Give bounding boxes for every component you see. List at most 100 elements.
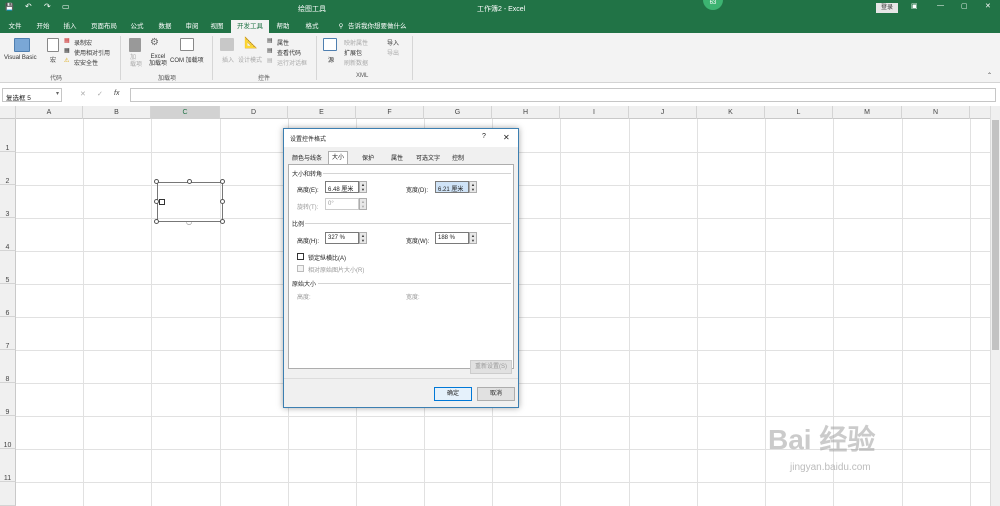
column-header[interactable]: I (560, 106, 629, 119)
minimize-icon[interactable]: — (937, 2, 944, 9)
record-macro-button[interactable]: 录制宏 (74, 38, 92, 47)
scale-width-input[interactable]: 188 % (435, 232, 469, 244)
column-header[interactable]: E (288, 106, 356, 119)
row-header[interactable]: 8 (0, 350, 16, 383)
insert-control-button[interactable]: 插入 (222, 55, 234, 64)
column-header[interactable]: N (902, 106, 970, 119)
row-header[interactable]: 2 (0, 152, 16, 185)
scale-width-stepper[interactable]: ▲ ▼ (469, 232, 477, 244)
dialog-tab-size[interactable]: 大小 (328, 151, 349, 165)
addins-button[interactable]: 加 载项 (130, 55, 142, 69)
height-input[interactable]: 6.48 厘米 (325, 181, 359, 193)
tab-home[interactable]: 开始 (32, 20, 54, 33)
resize-handle[interactable] (220, 199, 225, 204)
vertical-scrollbar[interactable] (990, 106, 1000, 506)
tell-me-search[interactable]: 告诉我你想要做什么 (348, 20, 407, 33)
open-icon[interactable]: ▭ (62, 2, 70, 11)
row-header[interactable]: 7 (0, 317, 16, 350)
column-header[interactable]: H (492, 106, 560, 119)
undo-icon[interactable]: ↶ (25, 2, 32, 11)
avatar[interactable]: 63 (703, 0, 723, 10)
scale-height-input[interactable]: 327 % (325, 232, 359, 244)
column-header[interactable]: K (697, 106, 765, 119)
tab-review[interactable]: 审阅 (181, 20, 203, 33)
resize-handle[interactable] (220, 179, 225, 184)
expansion-pack-button[interactable]: 扩展包 (344, 48, 362, 57)
column-header[interactable]: L (765, 106, 833, 119)
rotation-stepper[interactable]: ▲ ▼ (359, 198, 367, 210)
fx-icon[interactable]: fx (114, 90, 119, 97)
name-box[interactable]: 复选框 5 (2, 88, 62, 102)
dialog-close-icon[interactable]: ✕ (503, 133, 510, 142)
help-icon[interactable]: ? (482, 133, 486, 140)
column-header[interactable]: B (83, 106, 151, 119)
ribbon-display-icon[interactable]: ▣ (911, 2, 918, 10)
row-header[interactable]: 9 (0, 383, 16, 416)
relative-original-checkbox[interactable] (297, 265, 304, 272)
width-stepper[interactable]: ▲ ▼ (469, 181, 477, 193)
scrollbar-thumb[interactable] (992, 120, 999, 350)
com-addins-button[interactable]: COM 加载项 (170, 55, 204, 64)
tab-insert[interactable]: 插入 (59, 20, 81, 33)
column-header[interactable]: G (424, 106, 492, 119)
view-code-button[interactable]: 查看代码 (277, 48, 301, 57)
resize-handle[interactable] (220, 219, 225, 224)
tab-format[interactable]: 格式 (301, 20, 323, 33)
tab-data[interactable]: 数据 (154, 20, 176, 33)
ok-button[interactable]: 确定 (434, 387, 472, 401)
height-stepper[interactable]: ▲ ▼ (359, 181, 367, 193)
column-header[interactable]: A (16, 106, 83, 119)
map-properties-button[interactable]: 映射属性 (344, 38, 368, 47)
refresh-data-button[interactable]: 刷新数据 (344, 58, 368, 67)
tab-help[interactable]: 帮助 (272, 20, 294, 33)
checkbox-box[interactable] (159, 199, 165, 205)
tab-view[interactable]: 视图 (206, 20, 228, 33)
lock-aspect-checkbox[interactable] (297, 253, 304, 260)
redo-icon[interactable]: ↷ (44, 2, 51, 11)
save-icon[interactable]: 💾 (5, 3, 14, 11)
collapse-ribbon-icon[interactable]: ⌃ (987, 72, 992, 79)
macro-security-button[interactable]: 宏安全性 (74, 58, 98, 67)
rotate-handle-icon[interactable]: ◡ (186, 218, 192, 226)
design-mode-button[interactable]: 设计模式 (238, 55, 262, 64)
column-header[interactable]: M (833, 106, 902, 119)
resize-handle[interactable] (154, 179, 159, 184)
column-header[interactable]: D (220, 106, 288, 119)
formula-input[interactable] (130, 88, 996, 102)
macro-button[interactable]: 宏 (50, 55, 56, 64)
row-header[interactable]: 4 (0, 218, 16, 251)
rotation-input[interactable]: 0° (325, 198, 359, 210)
cancel-button[interactable]: 取消 (477, 387, 515, 401)
import-button[interactable]: 导入 (387, 38, 399, 47)
row-header[interactable]: 11 (0, 449, 16, 482)
resize-handle[interactable] (154, 199, 159, 204)
column-header[interactable]: J (629, 106, 697, 119)
run-dialog-button[interactable]: 运行对话框 (277, 58, 307, 67)
reset-button[interactable]: 重新设置(S) (470, 360, 512, 374)
cancel-icon[interactable]: ✕ (80, 90, 86, 98)
resize-handle[interactable] (154, 219, 159, 224)
export-button[interactable]: 导出 (387, 48, 399, 57)
column-header[interactable]: C (151, 106, 220, 119)
excel-addins-button[interactable]: Excel 加载项 (149, 54, 167, 68)
xml-source-button[interactable]: 源 (328, 55, 334, 64)
row-header[interactable]: 10 (0, 416, 16, 449)
select-all-corner[interactable] (0, 106, 16, 119)
tab-file[interactable]: 文件 (4, 20, 26, 33)
chevron-down-icon[interactable]: ▾ (56, 90, 59, 97)
enter-icon[interactable]: ✓ (97, 90, 103, 98)
tab-page-layout[interactable]: 页面布局 (87, 20, 121, 33)
row-header[interactable]: 5 (0, 251, 16, 284)
properties-button[interactable]: 属性 (277, 38, 289, 47)
login-button[interactable]: 登录 (876, 3, 898, 13)
tab-formulas[interactable]: 公式 (126, 20, 148, 33)
checkbox-control[interactable] (157, 182, 223, 222)
row-header[interactable]: 3 (0, 185, 16, 218)
column-header[interactable]: F (356, 106, 424, 119)
relative-ref-button[interactable]: 使用相对引用 (74, 48, 110, 57)
resize-handle[interactable] (187, 179, 192, 184)
visual-basic-button[interactable]: Visual Basic (4, 55, 37, 61)
row-header[interactable]: 6 (0, 284, 16, 317)
maximize-icon[interactable]: ▢ (961, 2, 968, 10)
width-input[interactable]: 6.21 厘米 (435, 181, 469, 193)
